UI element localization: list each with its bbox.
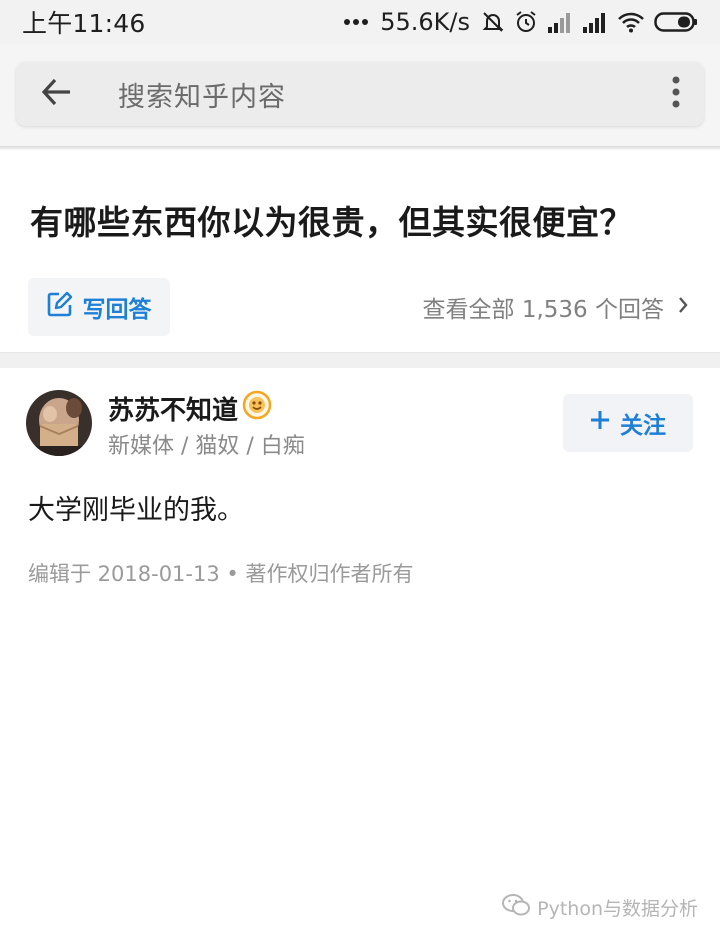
status-bar: 上午11:46 55.6K/s — [0, 0, 720, 44]
search-area: 搜索知乎内容 — [0, 44, 720, 148]
search-input[interactable]: 搜索知乎内容 — [98, 75, 648, 114]
section-divider — [0, 352, 720, 368]
mute-bell-icon — [481, 10, 505, 34]
more-vertical-icon — [671, 75, 681, 113]
plus-icon — [590, 410, 610, 436]
author-bio: 新媒体 / 猫奴 / 白痴 — [108, 434, 305, 459]
view-all-answers-link[interactable]: 查看全部 1,536 个回答 — [423, 290, 688, 324]
more-dots-icon — [343, 18, 369, 26]
arrow-left-icon — [40, 77, 74, 111]
wifi-icon — [617, 11, 645, 33]
more-options-button[interactable] — [648, 62, 704, 126]
follow-button[interactable]: 关注 — [563, 394, 693, 452]
wechat-icon — [501, 892, 531, 923]
back-button[interactable] — [16, 62, 98, 126]
question-title[interactable]: 有哪些东西你以为很贵，但其实很便宜？ — [30, 196, 633, 244]
battery-icon — [654, 11, 698, 33]
chevron-right-icon — [678, 294, 688, 320]
alarm-icon — [514, 10, 538, 34]
write-answer-button[interactable]: 写回答 — [28, 278, 170, 336]
avatar[interactable] — [26, 390, 92, 456]
status-icons: 55.6K/s — [343, 8, 698, 36]
signal-icon — [582, 11, 608, 33]
answer-item: 苏苏不知道 新媒体 / 猫奴 / 白痴 关注 大学刚毕业的我。 编辑于 2018… — [0, 368, 720, 937]
net-speed: 55.6K/s — [380, 8, 470, 36]
answer-text[interactable]: 大学刚毕业的我。 — [28, 488, 244, 527]
view-all-label: 查看全部 1,536 个回答 — [422, 297, 664, 323]
edit-icon — [47, 291, 73, 323]
search-bar[interactable]: 搜索知乎内容 — [16, 62, 704, 126]
follow-label: 关注 — [620, 413, 666, 439]
zhihu-question-screen: 上午11:46 55.6K/s 搜索知乎内容 有哪些东西你以为很贵，但其实很便宜… — [0, 0, 720, 937]
signal-icon — [547, 11, 573, 33]
badge-icon — [242, 390, 272, 427]
watermark: Python与数据分析 — [501, 892, 698, 923]
write-answer-label: 写回答 — [82, 297, 152, 323]
author-name[interactable]: 苏苏不知道 — [108, 390, 272, 427]
watermark-text: Python与数据分析 — [537, 898, 698, 920]
answer-meta: 编辑于 2018-01-13 • 著作权归作者所有 — [28, 562, 414, 586]
status-time: 上午11:46 — [22, 9, 146, 38]
question-card: 有哪些东西你以为很贵，但其实很便宜？ 写回答 查看全部 1,536 个回答 — [0, 150, 720, 352]
author-name-text: 苏苏不知道 — [108, 396, 239, 426]
